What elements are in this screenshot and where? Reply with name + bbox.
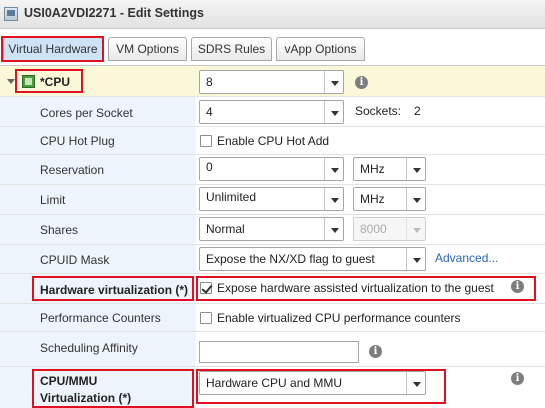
cores-per-socket-row: Cores per Socket 4 Sockets: 2 [0,97,545,127]
chevron-down-icon[interactable] [324,71,343,93]
cpuid-mask-select[interactable]: Expose the NX/XD flag to guest [199,247,426,271]
window-title: USI0A2VDI2271 - Edit Settings [24,6,204,20]
shares-amount-combobox: 8000 [353,217,426,241]
reservation-unit-select[interactable]: MHz [353,157,426,181]
hw-virt-label-highlight-box [32,276,194,301]
limit-combobox[interactable]: Unlimited [199,187,344,211]
shares-level-select[interactable]: Normal [199,217,344,241]
reservation-label: Reservation [40,163,105,177]
cores-per-socket-label: Cores per Socket [40,106,133,120]
chevron-down-icon[interactable] [324,188,343,210]
cpu-hot-add-checkbox[interactable] [200,135,212,147]
perf-counters-checkbox-label: Enable virtualized CPU performance count… [217,311,461,325]
scheduling-affinity-row: Scheduling Affinity i [0,332,545,367]
cpuid-mask-row: CPUID Mask Expose the NX/XD flag to gues… [0,245,545,274]
shares-label: Shares [40,223,79,237]
cpu-highlight-box [15,69,83,93]
scheduling-affinity-input[interactable] [199,341,359,363]
reservation-combobox[interactable]: 0 [199,157,344,181]
window-titlebar: USI0A2VDI2271 - Edit Settings [0,0,545,29]
scheduling-affinity-label: Scheduling Affinity [40,341,138,355]
tab-sdrs-rules[interactable]: SDRS Rules [191,37,272,61]
reservation-row: Reservation 0 MHz [0,155,545,185]
mmu-label-highlight-box [32,369,194,408]
chevron-down-icon[interactable] [406,248,425,270]
vm-icon [4,7,18,21]
info-icon[interactable]: i [369,345,382,358]
chevron-down-icon[interactable] [406,188,425,210]
advanced-link[interactable]: Advanced... [435,251,498,265]
sockets-label: Sockets: [355,104,402,118]
perf-counters-checkbox[interactable] [200,312,212,324]
cores-per-socket-select[interactable]: 4 [199,100,344,124]
chevron-down-icon[interactable] [324,218,343,240]
chevron-down-icon[interactable] [324,101,343,123]
tab-vapp-options[interactable]: vApp Options [276,37,365,61]
sockets-value: 2 [414,104,421,118]
mmu-select-highlight-box [196,369,446,404]
shares-row: Shares Normal 8000 [0,215,545,245]
limit-unit-select[interactable]: MHz [353,187,426,211]
tab-vm-options[interactable]: VM Options [108,37,187,61]
collapse-arrow-icon[interactable] [7,79,15,84]
performance-counters-row: Performance Counters Enable virtualized … [0,304,545,332]
performance-counters-label: Performance Counters [40,311,161,325]
cpu-hot-plug-row: CPU Hot Plug Enable CPU Hot Add [0,127,545,155]
chevron-down-icon[interactable] [324,158,343,180]
chevron-down-icon[interactable] [406,158,425,180]
tab-highlight-box [1,36,104,62]
chevron-down-icon [406,218,425,240]
cpu-count-select[interactable]: 8 [199,70,344,94]
info-icon[interactable]: i [355,76,368,89]
limit-label: Limit [40,193,66,207]
cpuid-mask-label: CPUID Mask [40,253,110,267]
cpu-hot-plug-label: CPU Hot Plug [40,134,115,148]
cpu-hot-add-label: Enable CPU Hot Add [217,134,330,148]
hw-virt-checkbox-highlight-box [196,276,536,301]
info-icon[interactable]: i [511,372,524,385]
limit-row: Limit Unlimited MHz [0,185,545,215]
